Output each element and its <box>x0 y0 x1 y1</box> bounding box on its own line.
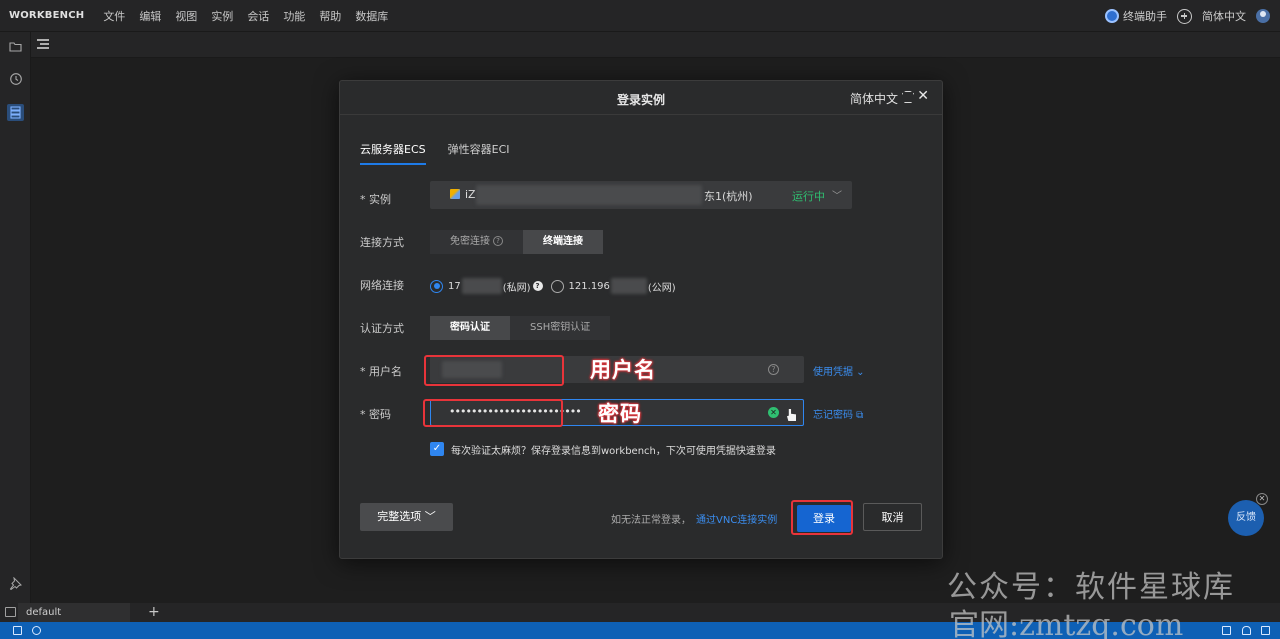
cancel-button[interactable]: 取消 <box>863 503 922 531</box>
instance-label: 实例 <box>360 191 391 207</box>
login-dialog: 登录实例 简体中文 ✕ 云服务器ECS 弹性容器ECI 实例 iZ 东1(杭州)… <box>339 80 943 559</box>
terminal-assistant-button[interactable]: 终端助手 <box>1105 8 1167 24</box>
private-ip-prefix: 17 <box>448 280 461 292</box>
annotation-username-text: 用户名 <box>590 358 656 382</box>
network-label: 网络连接 <box>360 279 404 292</box>
menu-help[interactable]: 帮助 <box>319 8 341 24</box>
public-ip-suffix: (公网) <box>647 282 676 294</box>
private-ip-suffix: (私网) <box>502 282 531 294</box>
pin-icon[interactable] <box>8 576 23 592</box>
redacted-instance-id <box>476 185 702 205</box>
user-avatar-icon[interactable] <box>1256 9 1270 23</box>
layout-icon[interactable] <box>13 626 22 635</box>
full-options-button[interactable]: 完整选项 ﹀ <box>360 503 453 531</box>
instance-region: 东1(杭州) <box>704 190 753 203</box>
editor-toolbar <box>31 32 1280 58</box>
panel-icon[interactable] <box>1261 626 1270 635</box>
connect-method-label: 连接方式 <box>360 236 404 249</box>
option-passwordless-label: 免密连接 <box>450 236 490 247</box>
add-icon[interactable] <box>1177 8 1192 24</box>
instance-select[interactable]: iZ 东1(杭州) 运行中 ﹀ <box>430 181 852 209</box>
dialog-language-select[interactable]: 简体中文 <box>850 90 898 107</box>
close-icon[interactable]: ✕ <box>917 89 929 103</box>
username-label: 用户名 <box>360 363 402 379</box>
full-options-label: 完整选项 <box>377 510 422 523</box>
use-credential-label: 使用凭据 <box>813 367 853 378</box>
menu-instance[interactable]: 实例 <box>211 8 233 24</box>
chevron-down-icon: ﹀ <box>832 191 842 202</box>
instance-name: iZ <box>465 188 476 201</box>
annotation-password-box <box>423 399 563 427</box>
vnc-connect-link[interactable]: 通过VNC连接实例 <box>696 511 777 526</box>
network-options: 17 (私网) ? 121.196 (公网) <box>430 278 676 294</box>
feedback-close-icon[interactable]: ✕ <box>1256 493 1268 505</box>
menu-view[interactable]: 视图 <box>175 8 197 24</box>
forgot-password-link[interactable]: 忘记密码 ⧉ <box>813 406 863 421</box>
bell-icon[interactable] <box>1242 626 1251 635</box>
option-password-auth[interactable]: 密码认证 <box>430 316 510 340</box>
radio-public[interactable] <box>550 279 564 293</box>
login-help-note: 如无法正常登录， <box>611 515 691 526</box>
radio-private[interactable] <box>430 279 443 293</box>
folder-icon[interactable] <box>8 40 23 55</box>
forgot-password-label: 忘记密码 <box>813 410 853 421</box>
help-icon: ? <box>493 236 503 246</box>
menu-file[interactable]: 文件 <box>103 8 125 24</box>
add-tab-icon[interactable]: + <box>148 603 160 622</box>
option-passwordless[interactable]: 免密连接? <box>430 230 523 254</box>
feedback-button[interactable]: 反馈 <box>1228 500 1264 536</box>
remember-text: 每次验证太麻烦？保存登录信息到workbench，下次可使用凭据快速登录 <box>451 446 776 457</box>
tab-eci[interactable]: 弹性容器ECI <box>448 141 510 165</box>
redacted-public-ip <box>610 278 647 294</box>
history-icon[interactable] <box>8 72 23 87</box>
remember-checkbox[interactable]: ✓ <box>430 442 444 456</box>
assistant-label: 终端助手 <box>1123 10 1167 23</box>
auth-method-label: 认证方式 <box>360 322 404 335</box>
tab-ecs[interactable]: 云服务器ECS <box>360 141 426 165</box>
help-icon: ? <box>768 364 779 375</box>
grid-icon[interactable] <box>1222 626 1231 635</box>
annotation-password-text: 密码 <box>598 402 642 426</box>
instance-type-tabs: 云服务器ECS 弹性容器ECI <box>360 141 510 165</box>
clear-icon[interactable]: ✕ <box>768 407 779 418</box>
terminal-icon[interactable] <box>5 607 16 617</box>
outline-toggle-icon[interactable] <box>37 39 49 51</box>
menu-database[interactable]: 数据库 <box>355 8 388 24</box>
assistant-icon <box>1105 9 1119 23</box>
database-icon[interactable] <box>7 104 24 121</box>
menu-session[interactable]: 会话 <box>247 8 269 24</box>
menu-edit[interactable]: 编辑 <box>139 8 161 24</box>
option-terminal[interactable]: 终端连接 <box>523 230 603 254</box>
password-label: 密码 <box>360 406 391 422</box>
instance-icon <box>450 189 460 199</box>
hand-icon[interactable] <box>32 626 41 635</box>
instance-status: 运行中 <box>792 190 825 203</box>
top-menubar: WORKBENCH 文件 编辑 视图 实例 会话 功能 帮助 数据库 终端助手 … <box>0 0 1280 32</box>
annotation-username-box <box>424 355 564 386</box>
redacted-private-ip <box>461 278 502 294</box>
auth-method-toggle: 密码认证 SSH密钥认证 <box>430 316 611 340</box>
login-button[interactable]: 登录 <box>797 505 851 532</box>
mouse-cursor-icon <box>787 409 796 421</box>
tab-default[interactable]: default <box>18 603 130 622</box>
menu-features[interactable]: 功能 <box>283 8 305 24</box>
help-icon[interactable]: ? <box>532 281 543 291</box>
language-switch[interactable]: 简体中文 <box>1202 8 1246 24</box>
option-ssh-key-auth[interactable]: SSH密钥认证 <box>510 316 611 340</box>
public-ip-prefix: 121.196 <box>568 280 610 292</box>
watermark-line2: 官网:zmtzq.com <box>949 608 1184 639</box>
app-brand: WORKBENCH <box>9 10 85 21</box>
connect-method-toggle: 免密连接? 终端连接 <box>430 230 603 254</box>
dialog-header: 登录实例 简体中文 ✕ <box>340 81 942 115</box>
activity-bar <box>0 32 31 603</box>
use-credential-link[interactable]: 使用凭据 ⌄ <box>813 363 865 378</box>
